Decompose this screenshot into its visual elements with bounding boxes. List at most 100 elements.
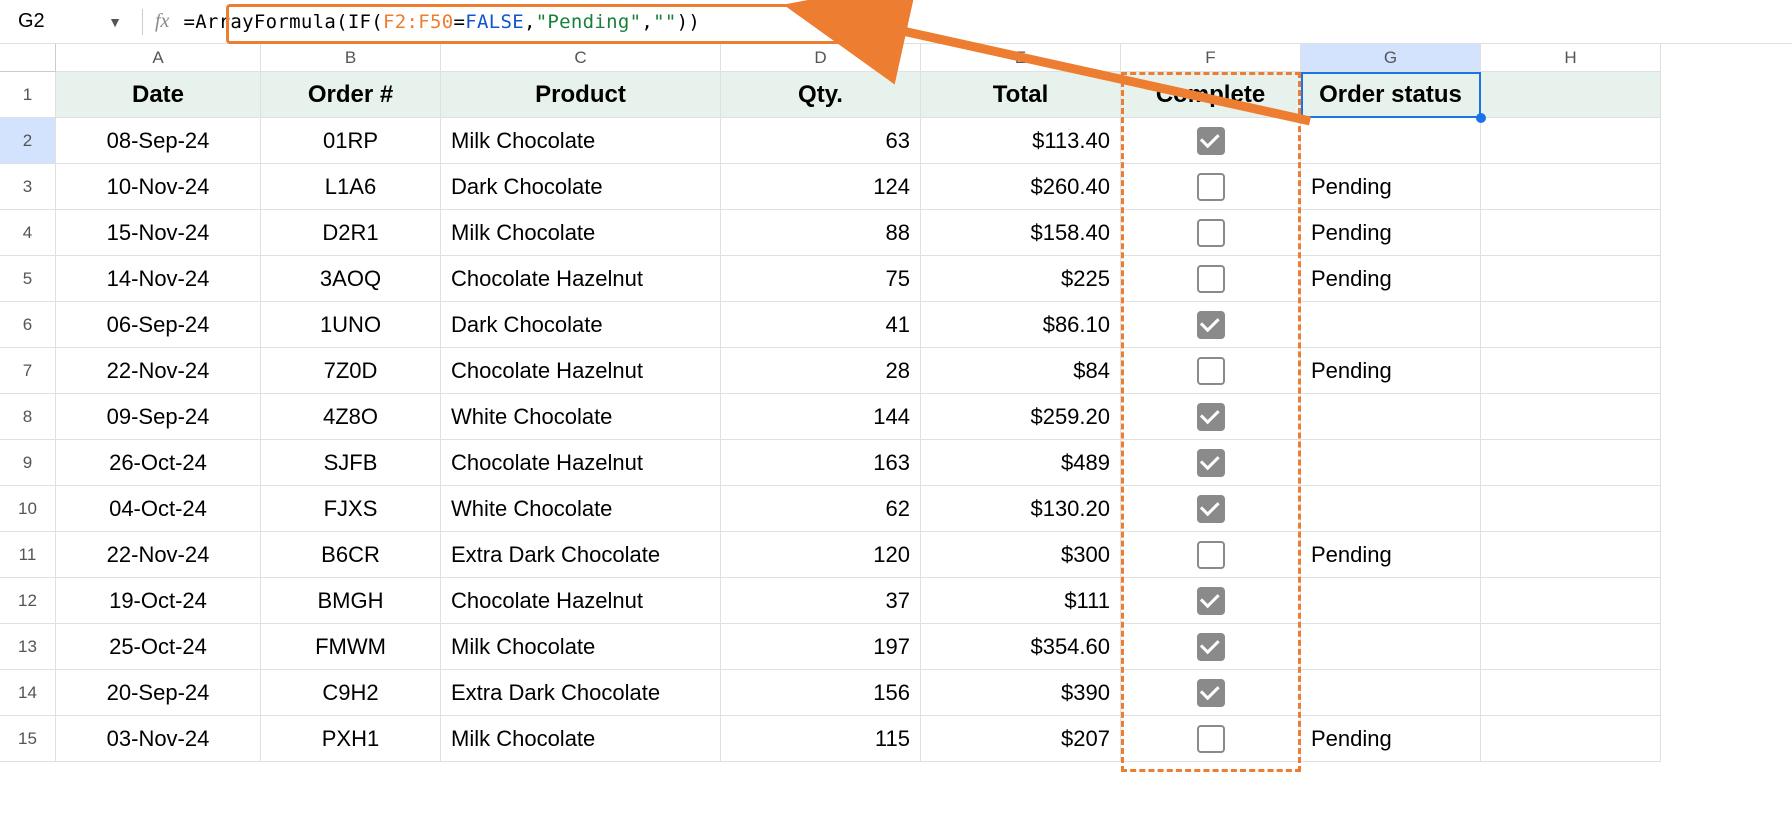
cell-product[interactable]: Chocolate Hazelnut xyxy=(441,578,721,624)
cell-empty[interactable] xyxy=(1481,624,1661,670)
row-header-3[interactable]: 3 xyxy=(0,164,56,210)
cell-date[interactable]: 22-Nov-24 xyxy=(56,348,261,394)
cell-empty[interactable] xyxy=(1481,716,1661,762)
cell-empty[interactable] xyxy=(1481,394,1661,440)
checkbox-icon[interactable] xyxy=(1197,127,1225,155)
cell-order[interactable]: D2R1 xyxy=(261,210,441,256)
cell-qty[interactable]: 197 xyxy=(721,624,921,670)
col-header-H[interactable]: H xyxy=(1481,44,1661,72)
cell-empty[interactable] xyxy=(1481,532,1661,578)
cell-qty[interactable]: 115 xyxy=(721,716,921,762)
cell-product[interactable]: Dark Chocolate xyxy=(441,302,721,348)
cell-order[interactable]: 3AOQ xyxy=(261,256,441,302)
cell-total[interactable]: $113.40 xyxy=(921,118,1121,164)
cell-date[interactable]: 15-Nov-24 xyxy=(56,210,261,256)
cell-total[interactable]: $260.40 xyxy=(921,164,1121,210)
cell-status[interactable] xyxy=(1301,670,1481,716)
cell-status[interactable]: Pending xyxy=(1301,164,1481,210)
cell-date[interactable]: 06-Sep-24 xyxy=(56,302,261,348)
cell-total[interactable]: $225 xyxy=(921,256,1121,302)
cell-complete[interactable] xyxy=(1121,532,1301,578)
header-total[interactable]: Total xyxy=(921,72,1121,118)
cell-order[interactable]: FJXS xyxy=(261,486,441,532)
cell-qty[interactable]: 124 xyxy=(721,164,921,210)
cell-status[interactable] xyxy=(1301,440,1481,486)
checkbox-icon[interactable] xyxy=(1197,679,1225,707)
formula-input[interactable]: =ArrayFormula(IF(F2:F50=FALSE,"Pending",… xyxy=(183,11,1782,33)
cell-status[interactable] xyxy=(1301,486,1481,532)
cell-status[interactable] xyxy=(1301,394,1481,440)
checkbox-icon[interactable] xyxy=(1197,449,1225,477)
checkbox-icon[interactable] xyxy=(1197,219,1225,247)
cell-date[interactable]: 14-Nov-24 xyxy=(56,256,261,302)
cell-complete[interactable] xyxy=(1121,210,1301,256)
cell-qty[interactable]: 144 xyxy=(721,394,921,440)
cell-product[interactable]: Milk Chocolate xyxy=(441,118,721,164)
cell-order[interactable]: 4Z8O xyxy=(261,394,441,440)
row-header-12[interactable]: 12 xyxy=(0,578,56,624)
cell-status[interactable]: Pending xyxy=(1301,256,1481,302)
cell-empty[interactable] xyxy=(1481,486,1661,532)
col-header-A[interactable]: A xyxy=(56,44,261,72)
cell-product[interactable]: Chocolate Hazelnut xyxy=(441,348,721,394)
cell-date[interactable]: 22-Nov-24 xyxy=(56,532,261,578)
header-complete[interactable]: Complete xyxy=(1121,72,1301,118)
row-header-14[interactable]: 14 xyxy=(0,670,56,716)
cell-product[interactable]: Extra Dark Chocolate xyxy=(441,532,721,578)
cell-product[interactable]: White Chocolate xyxy=(441,394,721,440)
cell-total[interactable]: $390 xyxy=(921,670,1121,716)
cell-total[interactable]: $300 xyxy=(921,532,1121,578)
cell-product[interactable]: Milk Chocolate xyxy=(441,210,721,256)
col-header-F[interactable]: F xyxy=(1121,44,1301,72)
cell-product[interactable]: Milk Chocolate xyxy=(441,624,721,670)
checkbox-icon[interactable] xyxy=(1197,633,1225,661)
cell-complete[interactable] xyxy=(1121,118,1301,164)
row-header-1[interactable]: 1 xyxy=(0,72,56,118)
cell-complete[interactable] xyxy=(1121,302,1301,348)
cell-order[interactable]: PXH1 xyxy=(261,716,441,762)
cell-date[interactable]: 09-Sep-24 xyxy=(56,394,261,440)
cell-total[interactable]: $354.60 xyxy=(921,624,1121,670)
cell-order[interactable]: 1UNO xyxy=(261,302,441,348)
checkbox-icon[interactable] xyxy=(1197,725,1225,753)
cell-total[interactable]: $489 xyxy=(921,440,1121,486)
row-header-15[interactable]: 15 xyxy=(0,716,56,762)
cell-complete[interactable] xyxy=(1121,716,1301,762)
cell-qty[interactable]: 156 xyxy=(721,670,921,716)
cell-total[interactable]: $86.10 xyxy=(921,302,1121,348)
cell-qty[interactable]: 41 xyxy=(721,302,921,348)
cell-order[interactable]: C9H2 xyxy=(261,670,441,716)
header-empty[interactable] xyxy=(1481,72,1661,118)
checkbox-icon[interactable] xyxy=(1197,495,1225,523)
cell-complete[interactable] xyxy=(1121,440,1301,486)
cell-order[interactable]: BMGH xyxy=(261,578,441,624)
cell-date[interactable]: 10-Nov-24 xyxy=(56,164,261,210)
cell-total[interactable]: $84 xyxy=(921,348,1121,394)
row-header-4[interactable]: 4 xyxy=(0,210,56,256)
name-box[interactable]: G2 ▼ xyxy=(10,6,130,37)
cell-status[interactable]: Pending xyxy=(1301,348,1481,394)
cell-complete[interactable] xyxy=(1121,486,1301,532)
cell-status[interactable] xyxy=(1301,578,1481,624)
cell-status[interactable]: Pending xyxy=(1301,716,1481,762)
checkbox-icon[interactable] xyxy=(1197,403,1225,431)
cell-date[interactable]: 08-Sep-24 xyxy=(56,118,261,164)
cell-total[interactable]: $158.40 xyxy=(921,210,1121,256)
checkbox-icon[interactable] xyxy=(1197,587,1225,615)
spreadsheet-grid[interactable]: A B C D E F G H 1 Date Order # Product Q… xyxy=(0,44,1792,762)
cell-order[interactable]: SJFB xyxy=(261,440,441,486)
cell-status[interactable] xyxy=(1301,118,1481,164)
cell-qty[interactable]: 88 xyxy=(721,210,921,256)
checkbox-icon[interactable] xyxy=(1197,173,1225,201)
cell-product[interactable]: Milk Chocolate xyxy=(441,716,721,762)
checkbox-icon[interactable] xyxy=(1197,265,1225,293)
cell-empty[interactable] xyxy=(1481,210,1661,256)
row-header-9[interactable]: 9 xyxy=(0,440,56,486)
header-qty[interactable]: Qty. xyxy=(721,72,921,118)
cell-complete[interactable] xyxy=(1121,164,1301,210)
cell-qty[interactable]: 28 xyxy=(721,348,921,394)
header-status[interactable]: Order status xyxy=(1301,72,1481,118)
cell-qty[interactable]: 37 xyxy=(721,578,921,624)
header-product[interactable]: Product xyxy=(441,72,721,118)
cell-product[interactable]: Chocolate Hazelnut xyxy=(441,256,721,302)
